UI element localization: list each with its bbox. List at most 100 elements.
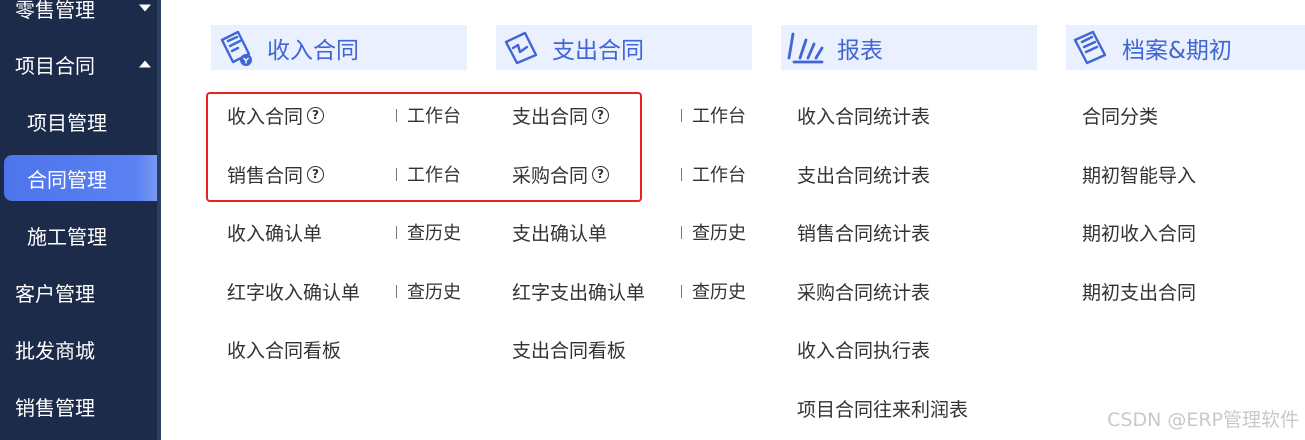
sidebar-item-sales-management[interactable]: 销售管理 — [0, 383, 157, 429]
menu-expense-contract[interactable]: 支出合同 ? — [512, 100, 610, 130]
category-title: 支出合同 — [552, 37, 644, 64]
archive-icon — [1066, 25, 1116, 70]
menu-item-label: 期初智能导入 — [1082, 164, 1197, 187]
menu-income-confirmation[interactable]: 收入确认单 — [227, 217, 322, 247]
menu-item-label: 项目合同往来利润表 — [797, 398, 969, 421]
sidebar-item-label: 施工管理 — [27, 224, 107, 249]
help-icon[interactable]: ? — [307, 165, 325, 183]
link-label: 查历史 — [692, 223, 746, 244]
menu-expense-confirmation[interactable]: 支出确认单 — [512, 217, 607, 247]
menu-item-label: 收入确认单 — [227, 222, 323, 245]
menu-item-label: 销售合同统计表 — [797, 222, 931, 245]
menu-item-label: 合同分类 — [1082, 105, 1159, 128]
category-header-report: 报表 — [781, 25, 1037, 70]
menu-item-label: 支出合同看板 — [512, 339, 627, 362]
separator — [396, 225, 397, 239]
menu-contract-category[interactable]: 合同分类 — [1082, 100, 1158, 130]
sidebar-item-label: 项目合同 — [15, 53, 95, 78]
link-label: 工作台 — [692, 165, 746, 186]
sidebar-item-retail[interactable]: 零售管理 — [0, 0, 157, 31]
history-link[interactable]: 查历史 — [396, 217, 461, 247]
expense-contract-icon — [496, 25, 546, 70]
menu-item-label: 支出确认单 — [512, 222, 608, 245]
menu-income-contract[interactable]: 收入合同 ? — [227, 100, 325, 130]
link-label: 查历史 — [407, 282, 461, 303]
menu-item-label: 期初支出合同 — [1082, 281, 1197, 304]
menu-sales-contract-stats[interactable]: 销售合同统计表 — [797, 217, 930, 247]
menu-income-contract-execution[interactable]: 收入合同执行表 — [797, 334, 930, 364]
history-link[interactable]: 查历史 — [681, 276, 746, 306]
menu-item-label: 红字收入确认单 — [227, 281, 361, 304]
menu-item-label: 收入合同统计表 — [797, 105, 931, 128]
menu-income-contract-stats[interactable]: 收入合同统计表 — [797, 100, 930, 130]
sidebar-item-construction-management[interactable]: 施工管理 — [0, 212, 157, 258]
sidebar-item-customer-management[interactable]: 客户管理 — [0, 269, 157, 315]
link-label: 工作台 — [692, 106, 746, 127]
menu-item-label: 采购合同统计表 — [797, 281, 931, 304]
separator — [396, 167, 397, 181]
link-label: 查历史 — [407, 223, 461, 244]
menu-red-expense-confirmation[interactable]: 红字支出确认单 — [512, 276, 645, 306]
category-title: 报表 — [837, 37, 883, 64]
menu-item-label: 期初收入合同 — [1082, 222, 1197, 245]
separator — [681, 284, 682, 298]
menu-project-contract-profit[interactable]: 项目合同往来利润表 — [797, 393, 968, 423]
workbench-link[interactable]: 工作台 — [396, 100, 461, 130]
menu-purchase-contract-stats[interactable]: 采购合同统计表 — [797, 276, 930, 306]
report-icon — [781, 25, 831, 70]
category-header-expense: 支出合同 — [496, 25, 752, 70]
separator — [681, 167, 682, 181]
sidebar-item-project-contract[interactable]: 项目合同 — [0, 41, 157, 87]
sidebar-item-label: 合同管理 — [27, 167, 107, 192]
menu-item-label: 支出合同统计表 — [797, 164, 931, 187]
sidebar-item-label: 客户管理 — [15, 281, 95, 306]
contract-menu-panel: 收入合同 支出合同 报表 档案&期初 收入合同 ? 工作台 销售合同 ? 工作台… — [161, 0, 1305, 440]
menu-opening-smart-import[interactable]: 期初智能导入 — [1082, 159, 1196, 189]
link-label: 工作台 — [407, 165, 461, 186]
category-title: 收入合同 — [267, 37, 359, 64]
income-contract-icon — [211, 25, 261, 70]
menu-item-label: 收入合同 — [227, 105, 304, 128]
menu-income-dashboard[interactable]: 收入合同看板 — [227, 334, 341, 364]
menu-expense-dashboard[interactable]: 支出合同看板 — [512, 334, 626, 364]
separator — [396, 284, 397, 298]
menu-item-label: 红字支出确认单 — [512, 281, 646, 304]
watermark: CSDN @ERP管理软件 — [1107, 409, 1299, 431]
sidebar-item-contract-management[interactable]: 合同管理 — [4, 155, 160, 201]
menu-opening-expense-contract[interactable]: 期初支出合同 — [1082, 276, 1196, 306]
history-link[interactable]: 查历史 — [396, 276, 461, 306]
menu-item-label: 支出合同 — [512, 105, 589, 128]
chevron-down-icon — [139, 4, 151, 12]
help-icon[interactable]: ? — [592, 106, 610, 124]
menu-sales-contract[interactable]: 销售合同 ? — [227, 159, 325, 189]
menu-purchase-contract[interactable]: 采购合同 ? — [512, 159, 610, 189]
category-header-income: 收入合同 — [211, 25, 467, 70]
workbench-link[interactable]: 工作台 — [396, 159, 461, 189]
sidebar-item-label: 销售管理 — [15, 395, 95, 420]
category-header-archive: 档案&期初 — [1066, 25, 1305, 70]
category-title: 档案&期初 — [1122, 37, 1232, 64]
menu-item-label: 销售合同 — [227, 164, 304, 187]
separator — [396, 108, 397, 122]
separator — [681, 225, 682, 239]
sidebar-item-wholesale-mall[interactable]: 批发商城 — [0, 326, 157, 372]
menu-item-label: 收入合同执行表 — [797, 339, 931, 362]
sidebar-item-project-management[interactable]: 项目管理 — [0, 98, 157, 144]
menu-item-label: 收入合同看板 — [227, 339, 342, 362]
sidebar: 零售管理 项目合同 项目管理 合同管理 施工管理 客户管理 批发商城 销售管理 — [0, 0, 161, 440]
help-icon[interactable]: ? — [307, 106, 325, 124]
chevron-up-icon — [139, 60, 151, 68]
sidebar-item-label: 批发商城 — [15, 338, 95, 363]
link-label: 查历史 — [692, 282, 746, 303]
workbench-link[interactable]: 工作台 — [681, 159, 746, 189]
menu-opening-income-contract[interactable]: 期初收入合同 — [1082, 217, 1196, 247]
help-icon[interactable]: ? — [592, 165, 610, 183]
sidebar-item-label: 项目管理 — [27, 110, 107, 135]
menu-expense-contract-stats[interactable]: 支出合同统计表 — [797, 159, 930, 189]
sidebar-item-label: 零售管理 — [15, 0, 95, 22]
menu-item-label: 采购合同 — [512, 164, 589, 187]
workbench-link[interactable]: 工作台 — [681, 100, 746, 130]
history-link[interactable]: 查历史 — [681, 217, 746, 247]
menu-red-income-confirmation[interactable]: 红字收入确认单 — [227, 276, 360, 306]
link-label: 工作台 — [407, 106, 461, 127]
